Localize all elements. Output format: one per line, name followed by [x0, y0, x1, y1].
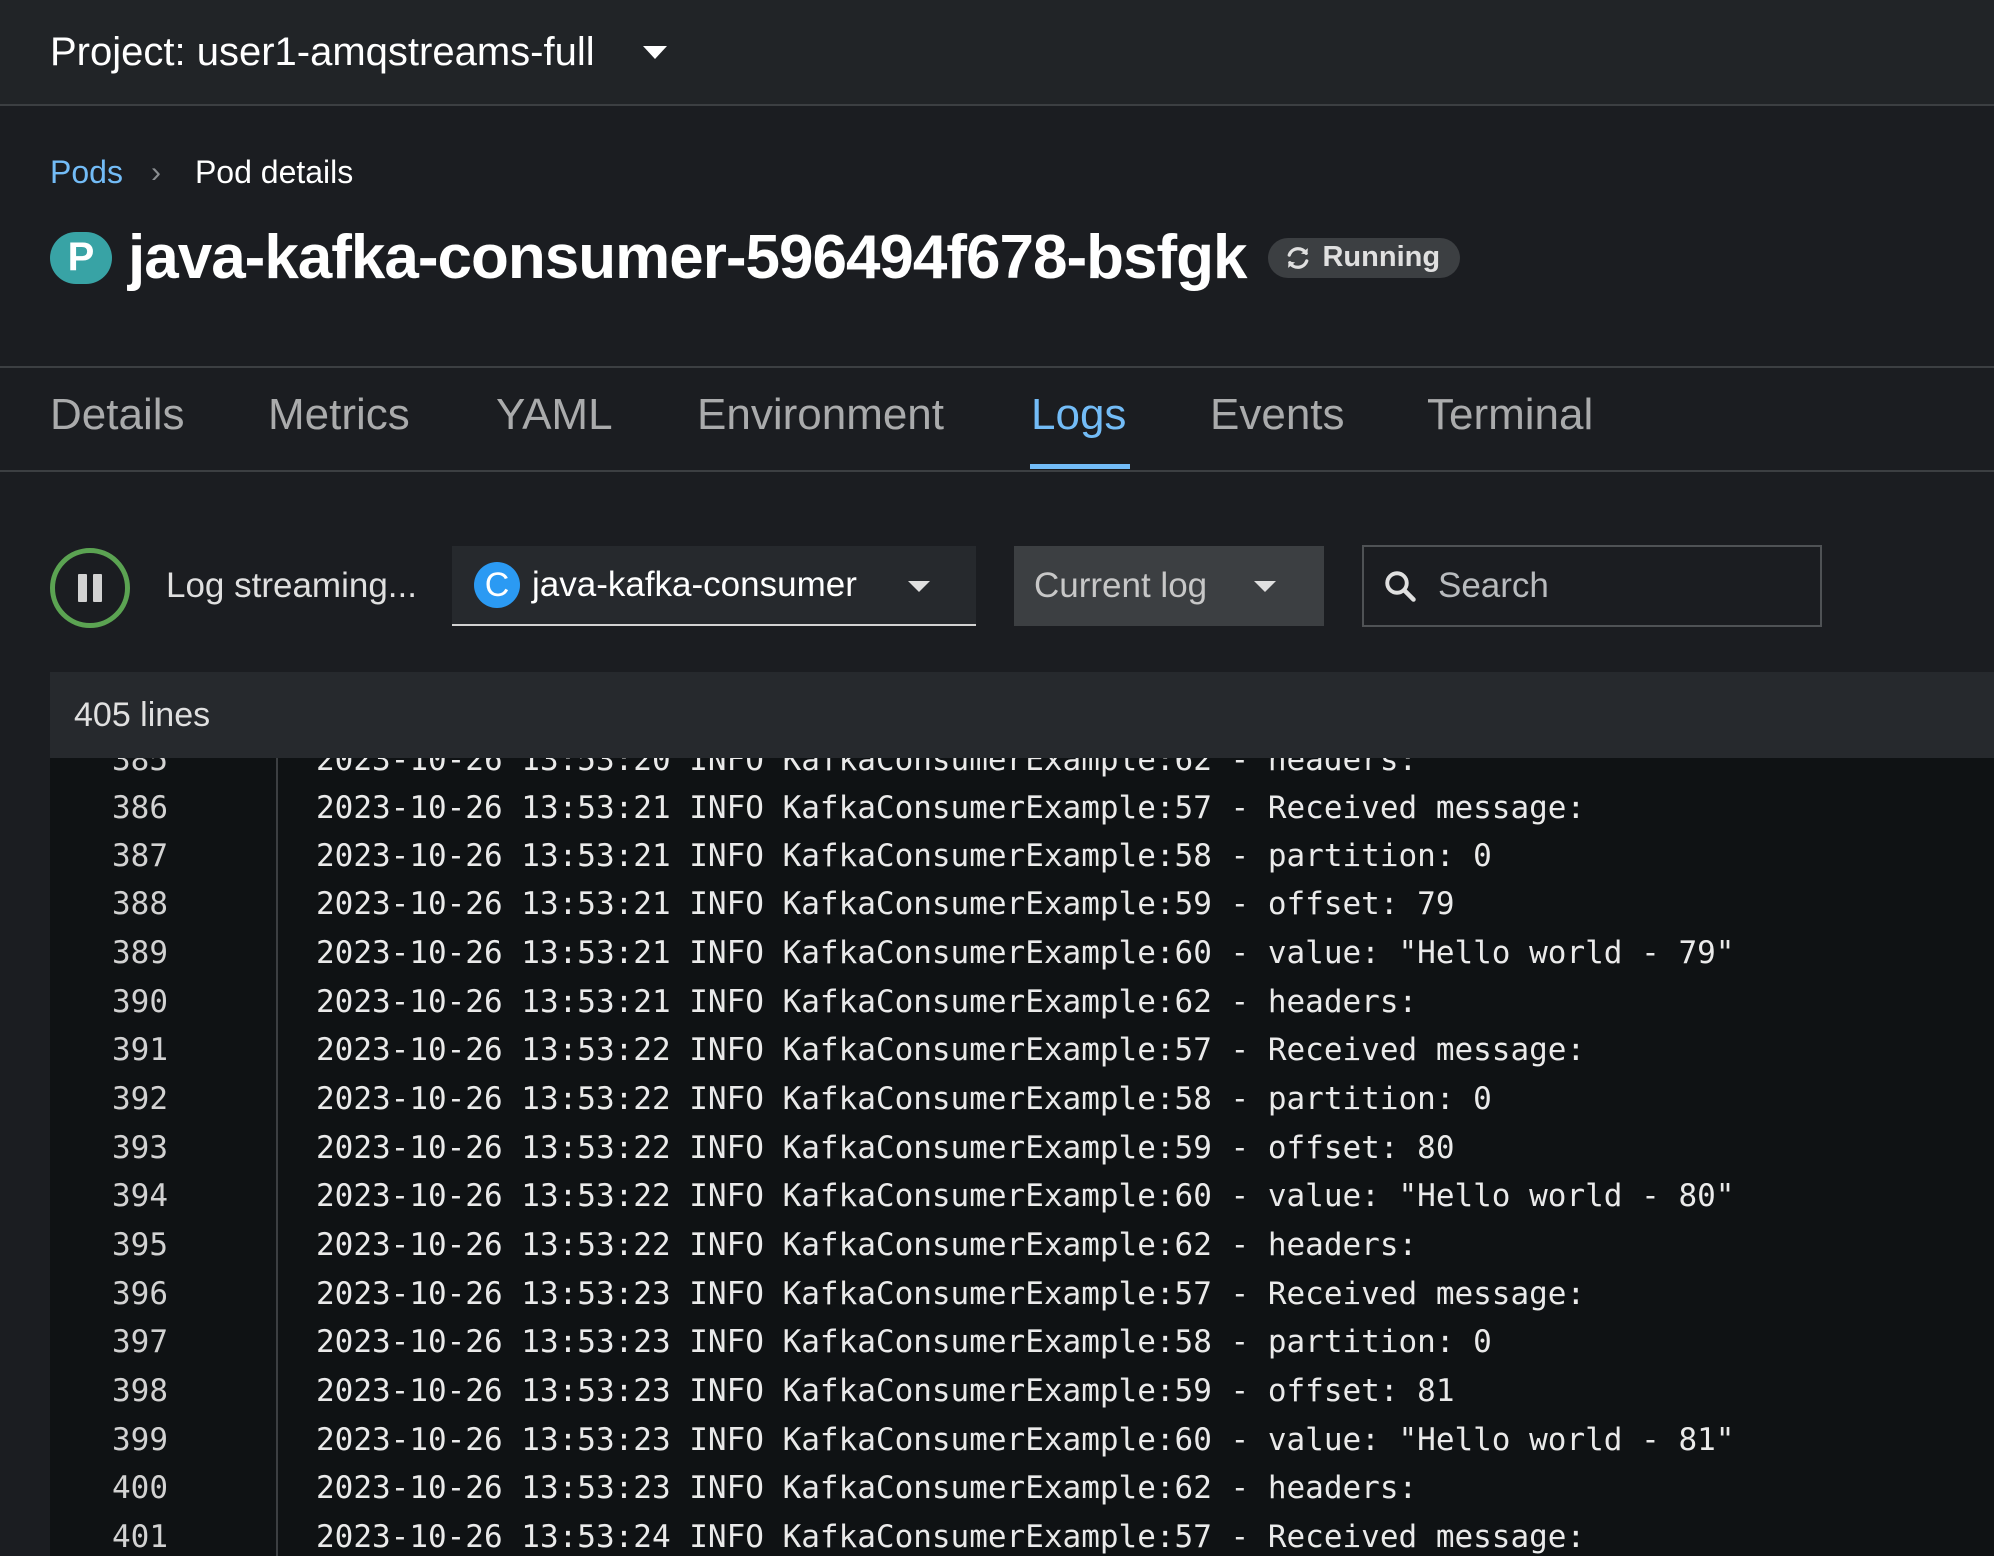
- log-line-number: 389: [112, 935, 168, 971]
- log-row: 390 2023-10-26 13:53:21 INFO KafkaConsume…: [50, 978, 1994, 1026]
- log-line-text: 2023-10-26 13:53:21 INFO KafkaConsumerEx…: [316, 790, 1586, 826]
- log-row: 397 2023-10-26 13:53:23 INFO KafkaConsume…: [50, 1318, 1994, 1366]
- log-row: 387 2023-10-26 13:53:21 INFO KafkaConsume…: [50, 832, 1994, 880]
- container-resource-icon: C: [474, 562, 520, 608]
- log-line-number: 398: [112, 1373, 168, 1409]
- log-line-number: 391: [112, 1032, 168, 1068]
- search-input[interactable]: [1436, 565, 1790, 607]
- log-line-text: 2023-10-26 13:53:20 INFO KafkaConsumerEx…: [316, 758, 1418, 778]
- log-line-number: 397: [112, 1324, 168, 1360]
- log-line-number: 393: [112, 1130, 168, 1166]
- project-selector-bar: Project: user1-amqstreams-full: [0, 0, 1994, 106]
- status-badge: Running: [1268, 237, 1461, 278]
- log-line-count-bar: 405 lines: [50, 672, 1994, 758]
- log-row: 395 2023-10-26 13:53:22 INFO KafkaConsume…: [50, 1221, 1994, 1269]
- log-line-number: 394: [112, 1178, 168, 1214]
- search-icon: [1385, 571, 1416, 602]
- project-selector[interactable]: Project: user1-amqstreams-full: [50, 30, 595, 75]
- log-row: 396 2023-10-26 13:53:23 INFO KafkaConsume…: [50, 1270, 1994, 1318]
- breadcrumb-pods-link[interactable]: Pods: [50, 154, 123, 191]
- log-line-number: 401: [112, 1519, 168, 1555]
- log-line-number: 386: [112, 790, 168, 826]
- chevron-down-icon: [908, 581, 930, 592]
- line-count: 405 lines: [74, 695, 211, 734]
- log-line-number: 392: [112, 1081, 168, 1117]
- container-select[interactable]: C java-kafka-consumer: [452, 546, 976, 626]
- active-tab-indicator: [1030, 464, 1130, 469]
- log-line-text: 2023-10-26 13:53:23 INFO KafkaConsumerEx…: [316, 1276, 1586, 1312]
- log-line-number: 400: [112, 1470, 168, 1506]
- log-row: 385 2023-10-26 13:53:20 INFO KafkaConsume…: [50, 758, 1994, 784]
- log-line-number: 387: [112, 838, 168, 874]
- pause-icon: [75, 574, 105, 602]
- container-select-value: java-kafka-consumer: [532, 565, 857, 604]
- log-row: 399 2023-10-26 13:53:23 INFO KafkaConsume…: [50, 1416, 1994, 1464]
- pod-resource-icon: P: [50, 231, 112, 284]
- page-title: java-kafka-consumer-596494f678-bsfgk: [128, 223, 1247, 292]
- log-row: 393 2023-10-26 13:53:22 INFO KafkaConsume…: [50, 1124, 1994, 1172]
- tab-events[interactable]: Events: [1210, 390, 1345, 440]
- log-row: 400 2023-10-26 13:53:23 INFO KafkaConsume…: [50, 1464, 1994, 1512]
- log-line-text: 2023-10-26 13:53:24 INFO KafkaConsumerEx…: [316, 1519, 1586, 1555]
- tab-yaml[interactable]: YAML: [496, 390, 613, 440]
- log-line-number: 388: [112, 886, 168, 922]
- log-line-text: 2023-10-26 13:53:21 INFO KafkaConsumerEx…: [316, 838, 1492, 874]
- log-line-number: 399: [112, 1422, 168, 1458]
- log-row: 392 2023-10-26 13:53:22 INFO KafkaConsume…: [50, 1075, 1994, 1123]
- log-line-number: 396: [112, 1276, 168, 1312]
- log-line-number: 395: [112, 1227, 168, 1263]
- log-line-number: 385: [112, 758, 168, 778]
- tab-terminal[interactable]: Terminal: [1427, 390, 1593, 440]
- log-line-text: 2023-10-26 13:53:23 INFO KafkaConsumerEx…: [316, 1470, 1418, 1506]
- log-viewer[interactable]: 385 2023-10-26 13:53:20 INFO KafkaConsume…: [50, 758, 1994, 1556]
- log-row: 388 2023-10-26 13:53:21 INFO KafkaConsume…: [50, 880, 1994, 928]
- page-title-row: P java-kafka-consumer-596494f678-bsfgk R…: [50, 222, 1461, 293]
- tab-details[interactable]: Details: [50, 390, 185, 440]
- tab-bar: Details Metrics YAML Environment Logs Ev…: [0, 366, 1994, 472]
- log-line-text: 2023-10-26 13:53:21 INFO KafkaConsumerEx…: [316, 886, 1455, 922]
- log-line-text: 2023-10-26 13:53:23 INFO KafkaConsumerEx…: [316, 1373, 1455, 1409]
- log-streaming-status: Log streaming...: [166, 566, 417, 605]
- log-row: 398 2023-10-26 13:53:23 INFO KafkaConsume…: [50, 1367, 1994, 1415]
- log-line-text: 2023-10-26 13:53:21 INFO KafkaConsumerEx…: [316, 935, 1735, 971]
- log-line-text: 2023-10-26 13:53:22 INFO KafkaConsumerEx…: [316, 1130, 1455, 1166]
- tab-metrics[interactable]: Metrics: [268, 390, 410, 440]
- status-text: Running: [1322, 241, 1441, 273]
- log-type-value: Current log: [1034, 566, 1208, 605]
- log-line-text: 2023-10-26 13:53:22 INFO KafkaConsumerEx…: [316, 1227, 1418, 1263]
- log-type-select[interactable]: Current log: [1014, 546, 1324, 626]
- tab-environment[interactable]: Environment: [697, 390, 944, 440]
- log-line-text: 2023-10-26 13:53:21 INFO KafkaConsumerEx…: [316, 984, 1418, 1020]
- sync-icon: [1288, 246, 1309, 269]
- log-row: 391 2023-10-26 13:53:22 INFO KafkaConsume…: [50, 1026, 1994, 1074]
- log-row: 386 2023-10-26 13:53:21 INFO KafkaConsume…: [50, 784, 1994, 832]
- log-row: 401 2023-10-26 13:53:24 INFO KafkaConsume…: [50, 1513, 1994, 1556]
- log-line-text: 2023-10-26 13:53:22 INFO KafkaConsumerEx…: [316, 1178, 1735, 1214]
- breadcrumb: Pods › Pod details: [50, 154, 353, 191]
- tab-logs[interactable]: Logs: [1031, 390, 1126, 440]
- log-line-text: 2023-10-26 13:53:22 INFO KafkaConsumerEx…: [316, 1032, 1586, 1068]
- breadcrumb-current: Pod details: [194, 154, 354, 190]
- log-row: 394 2023-10-26 13:53:22 INFO KafkaConsume…: [50, 1172, 1994, 1220]
- chevron-down-icon: [1254, 581, 1276, 592]
- log-line-text: 2023-10-26 13:53:23 INFO KafkaConsumerEx…: [316, 1324, 1492, 1360]
- log-row: 389 2023-10-26 13:53:21 INFO KafkaConsume…: [50, 929, 1994, 977]
- pause-streaming-button[interactable]: [50, 548, 130, 628]
- log-search: [1362, 545, 1822, 627]
- chevron-down-icon[interactable]: [642, 45, 667, 59]
- log-line-text: 2023-10-26 13:53:22 INFO KafkaConsumerEx…: [316, 1081, 1492, 1117]
- log-line-text: 2023-10-26 13:53:23 INFO KafkaConsumerEx…: [316, 1422, 1735, 1458]
- log-line-number: 390: [112, 984, 168, 1020]
- breadcrumb-separator-icon: ›: [150, 155, 161, 189]
